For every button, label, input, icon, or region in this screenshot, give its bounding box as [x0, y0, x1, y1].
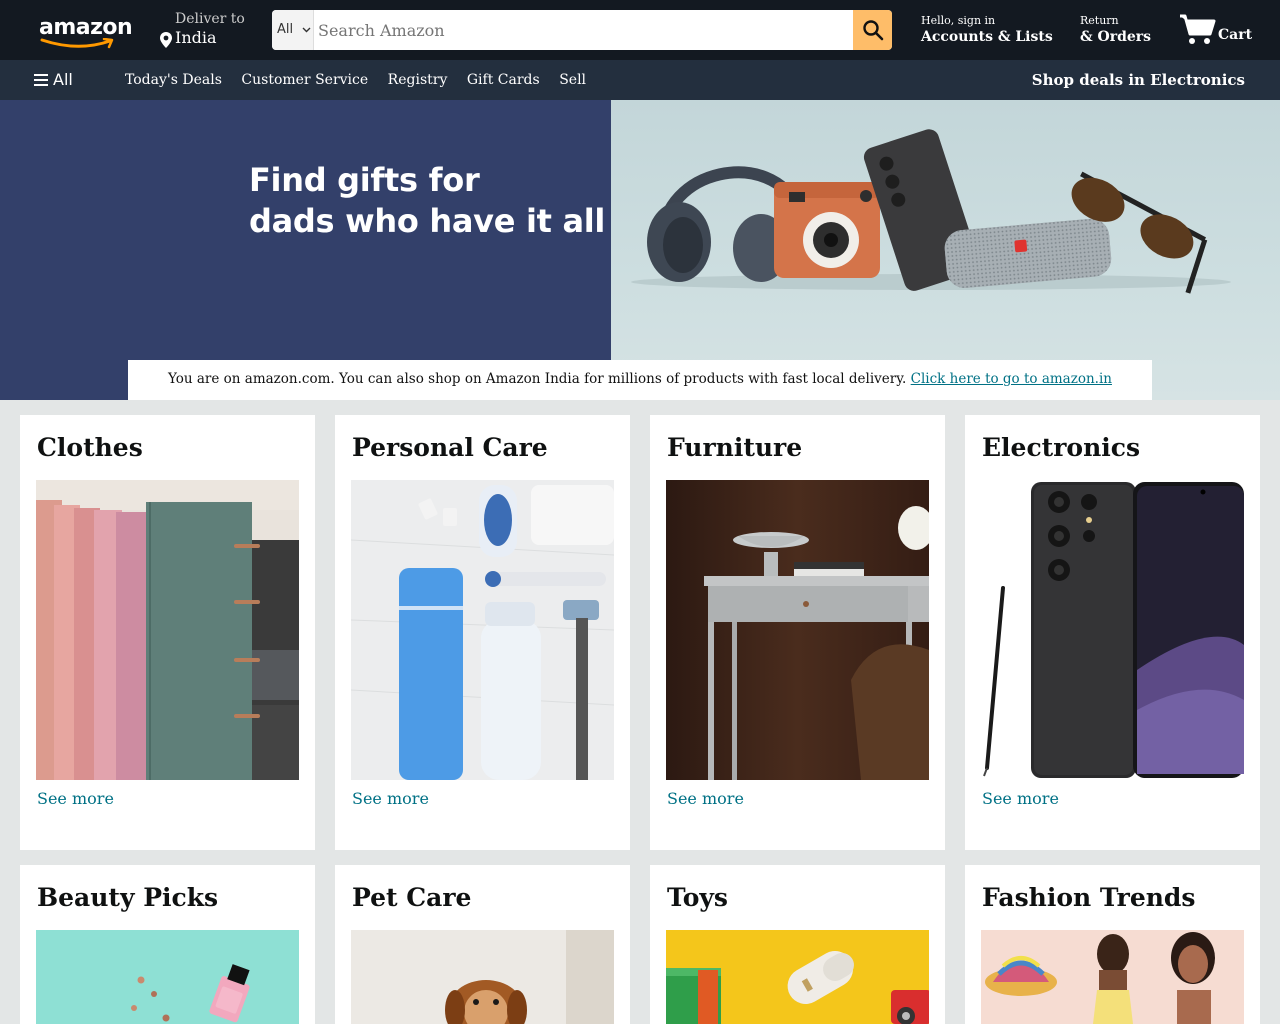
- search-icon: [862, 20, 883, 41]
- personal-care-image[interactable]: [351, 480, 614, 780]
- locale-notice: You are on amazon.com. You can also shop…: [128, 360, 1152, 400]
- hero-banner[interactable]: Find gifts for dads who have it all: [0, 100, 1280, 400]
- card-title: Pet Care: [352, 883, 472, 912]
- clothes-image[interactable]: [36, 480, 299, 780]
- cart-button[interactable]: Cart: [1178, 12, 1268, 48]
- nav-link-gift-cards[interactable]: Gift Cards: [467, 72, 540, 88]
- deliver-label: Deliver to: [175, 11, 245, 27]
- search-button[interactable]: [853, 10, 892, 50]
- deliver-location: India: [175, 28, 217, 47]
- category-card-furniture: Furniture See more: [650, 415, 945, 850]
- hero-title: Find gifts for dads who have it all: [249, 160, 605, 242]
- hero-title-line2: dads who have it all: [249, 202, 606, 240]
- hamburger-icon: [34, 73, 48, 86]
- pet-care-image[interactable]: [351, 930, 614, 1024]
- hero-products-image: [611, 100, 1280, 400]
- card-title: Furniture: [667, 433, 803, 462]
- category-card-pet-care: Pet Care: [335, 865, 630, 1024]
- category-card-beauty-picks: Beauty Picks: [20, 865, 315, 1024]
- search-bar: All: [272, 10, 892, 50]
- see-more-link[interactable]: See more: [352, 789, 429, 808]
- nav-bar: All Today's Deals Customer Service Regis…: [0, 60, 1280, 100]
- account-lists-menu[interactable]: Hello, sign in Accounts & Lists: [921, 14, 1053, 45]
- account-label: Accounts & Lists: [921, 29, 1053, 45]
- category-card-fashion-trends: Fashion Trends: [965, 865, 1260, 1024]
- category-card-clothes: Clothes See more: [20, 415, 315, 850]
- nav-links: Today's Deals Customer Service Registry …: [125, 72, 606, 88]
- electronics-image[interactable]: [981, 480, 1244, 780]
- fashion-image[interactable]: [981, 930, 1244, 1024]
- category-card-toys: Toys: [650, 865, 945, 1024]
- cart-label: Cart: [1218, 27, 1253, 43]
- notice-text: You are on amazon.com. You can also shop…: [168, 371, 907, 387]
- camera-icon: [774, 182, 880, 278]
- smile-arrow-icon: [40, 38, 114, 49]
- orders-small-label: Return: [1080, 14, 1119, 27]
- card-title: Beauty Picks: [37, 883, 219, 912]
- see-more-link[interactable]: See more: [982, 789, 1059, 808]
- nav-link-todays-deals[interactable]: Today's Deals: [125, 72, 222, 88]
- beauty-image[interactable]: [36, 930, 299, 1024]
- orders-label: & Orders: [1080, 29, 1152, 45]
- cart-icon: [1180, 14, 1216, 44]
- deliver-to[interactable]: Deliver to India: [158, 10, 258, 52]
- see-more-link[interactable]: See more: [37, 789, 114, 808]
- search-category-select[interactable]: All: [272, 10, 314, 50]
- search-category-label: All: [277, 22, 294, 37]
- nav-promo-link[interactable]: Shop deals in Electronics: [1032, 71, 1245, 89]
- hero-left-panel: Find gifts for dads who have it all: [0, 100, 611, 400]
- all-menu-label: All: [53, 70, 73, 89]
- card-title: Toys: [667, 883, 729, 912]
- hero-title-line1: Find gifts for: [249, 161, 480, 199]
- card-title: Clothes: [37, 433, 143, 462]
- category-card-electronics: Electronics See more: [965, 415, 1260, 850]
- all-menu-button[interactable]: All: [34, 70, 73, 89]
- nav-link-registry[interactable]: Registry: [388, 72, 448, 88]
- location-pin-icon: [160, 32, 172, 48]
- returns-orders-link[interactable]: Return & Orders: [1080, 14, 1151, 45]
- card-title: Fashion Trends: [982, 883, 1196, 912]
- nav-link-customer-service[interactable]: Customer Service: [241, 72, 368, 88]
- see-more-link[interactable]: See more: [667, 789, 744, 808]
- furniture-image[interactable]: [666, 480, 929, 780]
- account-greeting: Hello, sign in: [921, 14, 996, 27]
- search-input[interactable]: [314, 10, 854, 50]
- category-card-personal-care: Personal Care See more: [335, 415, 630, 850]
- chevron-down-icon: [302, 27, 311, 33]
- logo-text: amazon: [39, 15, 133, 40]
- card-title: Personal Care: [352, 433, 548, 462]
- amazon-india-link[interactable]: Click here to go to amazon.in: [911, 371, 1112, 387]
- amazon-logo[interactable]: amazon: [36, 12, 133, 49]
- hero-products-illustration: [631, 129, 1231, 294]
- nav-link-sell[interactable]: Sell: [559, 72, 586, 88]
- toys-image[interactable]: [666, 930, 929, 1024]
- card-title: Electronics: [982, 433, 1141, 462]
- top-header: amazon Deliver to India All Hello: [0, 0, 1280, 60]
